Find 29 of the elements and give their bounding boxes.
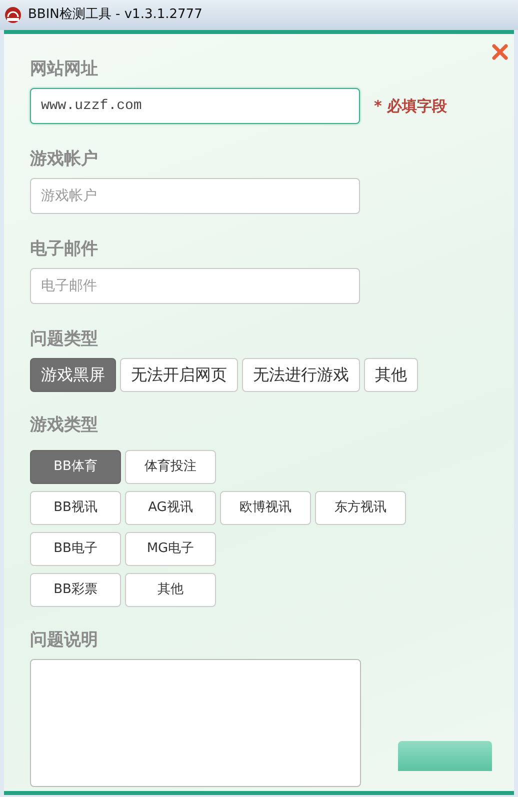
field-label: 问题类型 bbox=[30, 328, 99, 350]
description-field[interactable] bbox=[30, 659, 361, 787]
option-button[interactable]: AG视讯 bbox=[125, 491, 216, 525]
input-field[interactable]: 游戏帐户 bbox=[30, 178, 360, 214]
option-button[interactable]: 无法开启网页 bbox=[120, 358, 238, 392]
option-button[interactable]: MG电子 bbox=[125, 532, 216, 566]
input-field[interactable]: 电子邮件 bbox=[30, 268, 360, 304]
option-button[interactable]: BB电子 bbox=[30, 532, 121, 566]
option-button[interactable]: 无法进行游戏 bbox=[242, 358, 360, 392]
option-button[interactable]: 欧博视讯 bbox=[220, 491, 311, 525]
submit-button[interactable] bbox=[398, 741, 492, 771]
required-note: * 必填字段 bbox=[374, 96, 448, 117]
option-button[interactable]: 体育投注 bbox=[125, 450, 216, 484]
field-label: 网站网址 bbox=[30, 58, 99, 80]
option-button[interactable]: 其他 bbox=[125, 573, 216, 607]
close-icon[interactable] bbox=[492, 44, 508, 60]
field-label: 问题说明 bbox=[30, 629, 99, 651]
app-logo-icon bbox=[4, 6, 22, 24]
option-button[interactable]: 东方视讯 bbox=[315, 491, 406, 525]
field-label: 游戏类型 bbox=[30, 414, 99, 436]
option-button[interactable]: 其他 bbox=[364, 358, 418, 392]
option-button[interactable]: BB彩票 bbox=[30, 573, 121, 607]
window-title: BBIN检测工具 - v1.3.1.2777 bbox=[28, 6, 202, 24]
option-button[interactable]: BB体育 bbox=[30, 450, 121, 484]
field-label: 电子邮件 bbox=[30, 238, 99, 260]
option-button[interactable]: BB视讯 bbox=[30, 491, 121, 525]
field-label: 游戏帐户 bbox=[30, 148, 99, 170]
option-button[interactable]: 游戏黑屏 bbox=[30, 358, 116, 392]
input-field[interactable]: www.uzzf.com bbox=[30, 88, 360, 124]
